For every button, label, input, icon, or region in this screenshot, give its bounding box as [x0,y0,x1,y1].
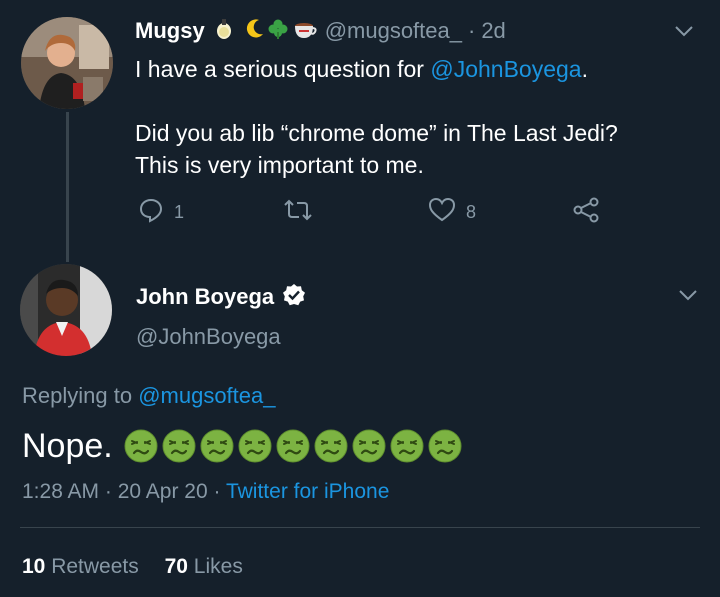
tweet1-display-name[interactable]: Mugsy [135,18,205,44]
tweet1-body: I have a serious question for @JohnBoyeg… [135,53,695,181]
tweet2-meta-sep2: · [213,480,221,503]
tweet2-date[interactable]: 20 Apr 20 [118,480,208,503]
retweets-stat[interactable]: 10 Retweets [22,555,145,578]
replying-to-prefix: Replying to [22,383,139,408]
tweet2-header: John Boyega [136,282,306,312]
tweet2-display-name[interactable]: John Boyega [136,284,274,310]
tweet2-handle[interactable]: @JohnBoyega [136,324,281,350]
share-button[interactable] [572,197,602,228]
tweet2-chevron-down-icon[interactable] [678,288,698,307]
tweet2-body: Nope. [22,423,465,469]
nauseated-face-icon [237,428,273,464]
reply-count: 1 [174,202,185,222]
tea-cup-icon [293,18,317,45]
tweet2-meta-sep1: · [104,480,112,503]
tweet1-line1-suffix: . [581,56,588,82]
tweet2-text: Nope. [22,426,113,465]
share-icon [572,197,602,228]
nauseated-face-icon [427,428,463,464]
like-button[interactable]: 8 [428,197,476,228]
like-count: 8 [466,202,477,222]
likes-count: 70 [164,555,188,578]
tweet2-stats: 10 Retweets 70 Likes [22,555,243,579]
tweet2-meta: 1:28 AM · 20 Apr 20 · Twitter for iPhone [22,480,389,504]
mugsy-avatar[interactable] [21,17,113,109]
john-boyega-avatar[interactable] [20,264,112,356]
replying-to-handle-link[interactable]: @mugsoftea_ [138,383,275,408]
retweet-button[interactable] [283,197,313,228]
likes-stat[interactable]: 70 Likes [165,555,243,578]
retweet-icon [283,197,313,228]
tweet1-line1: I have a serious question for @JohnBoyeg… [135,53,695,85]
crescent-moon-icon [243,18,265,45]
tweet1-mention-link[interactable]: @JohnBoyega [430,56,581,82]
tweet1-line3: This is very important to me. [135,152,424,178]
thread-connector-line [66,112,69,262]
tweet1-line1-text: I have a serious question for [135,56,431,82]
replying-to-line: Replying to @mugsoftea_ [22,383,275,409]
lemon-icon [213,18,235,45]
nauseated-face-icon [389,428,425,464]
tweet2-source-link[interactable]: Twitter for iPhone [226,480,389,503]
nauseated-face-icon [275,428,311,464]
heart-icon [428,197,456,228]
nauseated-face-icon [351,428,387,464]
tweet1-separator: · [467,18,476,43]
reply-icon [138,197,164,228]
nauseated-face-emoji-row [123,428,465,464]
verified-badge-icon [282,283,306,312]
tweet1-timestamp[interactable]: 2d [481,18,505,44]
stats-divider [20,527,700,528]
tweet1-chevron-down-icon[interactable] [674,24,694,43]
tweet1-handle[interactable]: @mugsoftea_ [325,18,462,44]
nauseated-face-icon [161,428,197,464]
retweets-label: Retweets [51,555,139,578]
reply-button[interactable]: 1 [138,197,184,228]
shamrock-icon [267,18,289,45]
tweet1-line2: Did you ab lib “chrome dome” in The Last… [135,120,618,146]
nauseated-face-icon [313,428,349,464]
retweets-count: 10 [22,555,46,578]
tweet1-header: Mugsy @mugsoftea_ · 2d [135,16,506,46]
nauseated-face-icon [199,428,235,464]
likes-label: Likes [193,555,243,578]
tweet2-time[interactable]: 1:28 AM [22,480,99,503]
nauseated-face-icon [123,428,159,464]
